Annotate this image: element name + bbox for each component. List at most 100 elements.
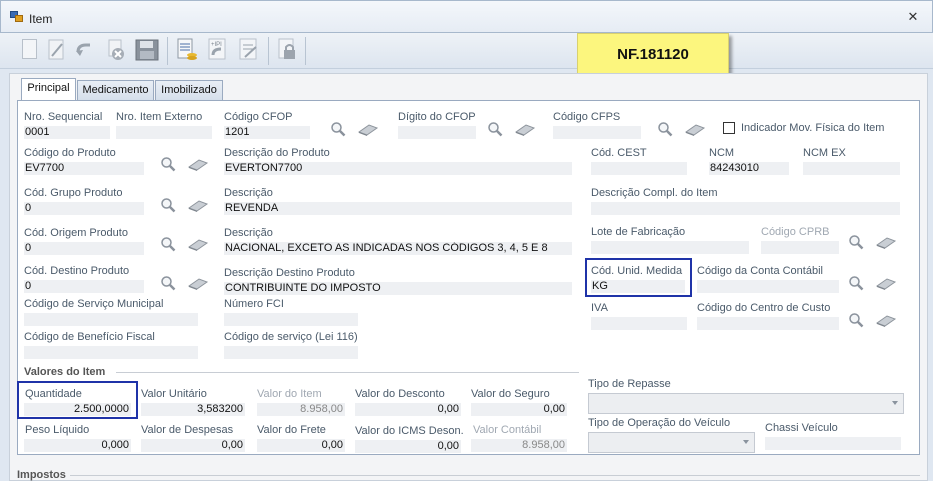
eraser-icon[interactable]	[187, 158, 209, 172]
search-icon[interactable]	[160, 197, 176, 213]
document-edit-icon[interactable]	[236, 37, 260, 63]
app-icon	[10, 11, 24, 22]
cod-destino-produto-field[interactable]: 0	[24, 280, 144, 293]
edit-icon[interactable]	[44, 37, 68, 63]
numero-fci-field[interactable]	[224, 313, 358, 326]
search-icon[interactable]	[160, 236, 176, 252]
nro-item-externo-field[interactable]	[116, 126, 212, 139]
search-icon[interactable]	[848, 275, 864, 291]
valor-item-label: Valor do Item	[257, 388, 322, 400]
eraser-icon[interactable]	[875, 314, 897, 328]
eraser-icon[interactable]	[875, 236, 897, 250]
window-titlebar: Item ✕	[0, 0, 933, 33]
tipo-repasse-label: Tipo de Repasse	[588, 378, 671, 390]
chassi-veiculo-label: Chassi Veículo	[765, 422, 838, 434]
search-icon[interactable]	[487, 121, 503, 137]
eraser-icon[interactable]	[684, 123, 706, 137]
codigo-centro-custo-field[interactable]	[697, 317, 839, 330]
eraser-icon[interactable]	[875, 277, 897, 291]
impostos-divider	[70, 475, 920, 476]
descricao-destino-field[interactable]: CONTRIBUINTE DO IMPOSTO	[224, 282, 572, 295]
search-icon[interactable]	[657, 121, 673, 137]
save-icon[interactable]	[134, 37, 159, 63]
new-doc-icon[interactable]	[17, 37, 41, 63]
codigo-conta-contabil-field[interactable]	[697, 280, 839, 293]
codigo-cprb-field[interactable]	[761, 241, 839, 254]
codigo-centro-custo-label: Código do Centro de Custo	[697, 302, 831, 314]
descricao-origem-field[interactable]: NACIONAL, EXCETO AS INDICADAS NOS CÓDIGO…	[224, 242, 572, 255]
ipi-icon[interactable]: +IPI	[205, 37, 229, 63]
search-icon[interactable]	[848, 234, 864, 250]
search-icon[interactable]	[330, 121, 346, 137]
search-icon[interactable]	[848, 312, 864, 328]
codigo-servico-lei-field[interactable]	[224, 346, 358, 359]
tab-principal[interactable]: Principal	[21, 78, 76, 101]
descricao-grupo-field[interactable]: REVENDA	[224, 202, 572, 215]
codigo-beneficio-fiscal-field[interactable]	[24, 346, 198, 359]
cod-grupo-produto-label: Cód. Grupo Produto	[24, 187, 123, 199]
lote-fabricacao-field[interactable]	[591, 241, 749, 254]
undo-icon[interactable]	[72, 37, 96, 63]
digito-cfop-field[interactable]	[398, 126, 476, 139]
impostos-section-title: Impostos	[17, 469, 66, 481]
valor-icms-deson-label: Valor do ICMS Deson.	[355, 425, 464, 437]
cod-origem-produto-field[interactable]: 0	[24, 242, 144, 255]
codigo-cfps-field[interactable]	[553, 126, 641, 139]
valor-contabil-field[interactable]: 8.958,00	[471, 439, 567, 452]
valor-desconto-field[interactable]: 0,00	[355, 403, 461, 416]
digito-cfop-label: Dígito do CFOP	[398, 111, 476, 123]
valor-item-field[interactable]: 8.958,00	[257, 403, 345, 416]
valor-icms-deson-field[interactable]: 0,00	[355, 440, 461, 453]
tipo-operacao-veiculo-select[interactable]	[588, 432, 755, 453]
cod-cest-field[interactable]	[591, 162, 687, 175]
nro-sequencial-field[interactable]: 0001	[24, 126, 110, 139]
ncm-ex-field[interactable]	[803, 162, 900, 175]
tipo-operacao-veiculo-label: Tipo de Operação do Veículo	[588, 417, 731, 429]
peso-liquido-field[interactable]: 0,000	[24, 439, 131, 452]
quantidade-highlight	[17, 381, 138, 419]
eraser-icon[interactable]	[514, 123, 536, 137]
svg-text:+IPI: +IPI	[211, 42, 222, 48]
descricao-compl-field[interactable]	[591, 202, 900, 215]
cod-origem-produto-label: Cód. Origem Produto	[24, 227, 128, 239]
tipo-repasse-select[interactable]	[588, 393, 904, 414]
cod-grupo-produto-field[interactable]: 0	[24, 202, 144, 215]
indicador-mov-checkbox[interactable]	[723, 122, 735, 134]
search-icon[interactable]	[160, 275, 176, 291]
delete-icon[interactable]	[104, 37, 128, 63]
eraser-icon[interactable]	[357, 123, 379, 137]
valor-unitario-field[interactable]: 3,583200	[141, 403, 245, 416]
codigo-servico-municipal-field[interactable]	[24, 313, 198, 326]
valor-seguro-label: Valor do Seguro	[471, 388, 550, 400]
valor-seguro-field[interactable]: 0,00	[471, 403, 567, 416]
lote-fabricacao-label: Lote de Fabricação	[591, 226, 686, 238]
descricao-produto-field[interactable]: EVERTON7700	[224, 162, 572, 175]
valor-frete-field[interactable]: 0,00	[257, 439, 345, 452]
tab-medicamento[interactable]: Medicamento	[77, 80, 154, 100]
codigo-cfop-field[interactable]: 1201	[224, 126, 310, 139]
valor-frete-label: Valor do Frete	[257, 424, 326, 436]
iva-label: IVA	[591, 302, 608, 314]
nro-sequencial-label: Nro. Sequencial	[24, 111, 103, 123]
codigo-produto-label: Código do Produto	[24, 147, 116, 159]
close-icon[interactable]: ✕	[906, 10, 920, 24]
eraser-icon[interactable]	[187, 199, 209, 213]
valor-despesas-label: Valor de Despesas	[141, 424, 234, 436]
codigo-servico-municipal-label: Código de Serviço Municipal	[24, 298, 164, 310]
valor-despesas-field[interactable]: 0,00	[141, 439, 245, 452]
iva-field[interactable]	[591, 317, 687, 330]
lock-icon[interactable]	[275, 37, 299, 63]
tab-imobilizado[interactable]: Imobilizado	[155, 80, 223, 100]
valores-divider	[116, 372, 579, 373]
eraser-icon[interactable]	[187, 277, 209, 291]
numero-fci-label: Número FCI	[224, 298, 284, 310]
ncm-field[interactable]: 84243010	[709, 162, 789, 175]
codigo-beneficio-fiscal-label: Código de Benefício Fiscal	[24, 331, 155, 343]
eraser-icon[interactable]	[187, 238, 209, 252]
nf-number-badge: NF.181120	[577, 33, 729, 74]
search-icon[interactable]	[160, 156, 176, 172]
chassi-veiculo-field[interactable]	[765, 437, 901, 450]
codigo-produto-field[interactable]: EV7700	[24, 162, 144, 175]
report-icon[interactable]	[174, 37, 198, 63]
chevron-down-icon	[892, 401, 898, 405]
